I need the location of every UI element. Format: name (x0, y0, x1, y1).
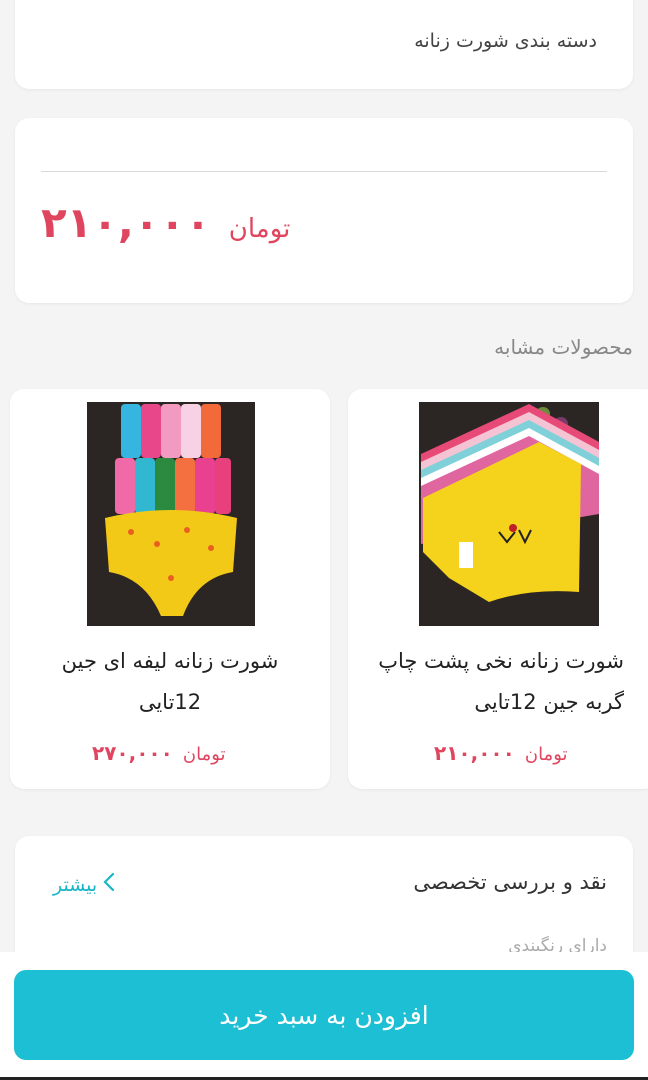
product-price-currency: تومان (182, 744, 226, 765)
product-price-currency: تومان (524, 744, 568, 765)
similar-product-card[interactable]: شورت زنانه نخی پشت چاپ گربه جین 12تایی ۲… (348, 389, 648, 789)
category-card: دسته بندی شورت زنانه (15, 0, 633, 89)
price-card: ۲۱۰,۰۰۰ تومان (15, 118, 633, 303)
product-price: ۲۱۰,۰۰۰ تومان (41, 198, 290, 247)
category-label: دسته بندی شورت زنانه (414, 30, 597, 52)
price-currency: تومان (228, 214, 291, 244)
product-name: شورت زنانه نخی پشت چاپ گربه جین 12تایی (378, 649, 624, 714)
product-price: ۲۱۰,۰۰۰ تومان (434, 741, 568, 765)
chevron-left-icon (103, 872, 115, 897)
similar-products-title: محصولات مشابه (494, 335, 633, 359)
bottom-bar: افزودن به سبد خرید (0, 952, 648, 1080)
divider (41, 171, 607, 172)
more-link-label: بیشتر (53, 873, 98, 896)
product-price: ۲۷۰,۰۰۰ تومان (92, 741, 226, 765)
price-amount: ۲۱۰,۰۰۰ (41, 198, 211, 247)
review-title: نقد و بررسی تخصصی (413, 870, 607, 894)
similar-product-card[interactable]: شورت زنانه لیفه ای جین 12تایی ۲۷۰,۰۰۰ تو… (10, 389, 330, 789)
more-link[interactable]: بیشتر (53, 872, 115, 897)
product-price-amount: ۲۱۰,۰۰۰ (434, 741, 515, 765)
product-price-amount: ۲۷۰,۰۰۰ (92, 741, 173, 765)
product-image[interactable] (87, 402, 255, 626)
product-image[interactable] (419, 402, 599, 626)
add-to-cart-button[interactable]: افزودن به سبد خرید (14, 970, 634, 1060)
product-name: شورت زنانه لیفه ای جین 12تایی (61, 649, 279, 714)
